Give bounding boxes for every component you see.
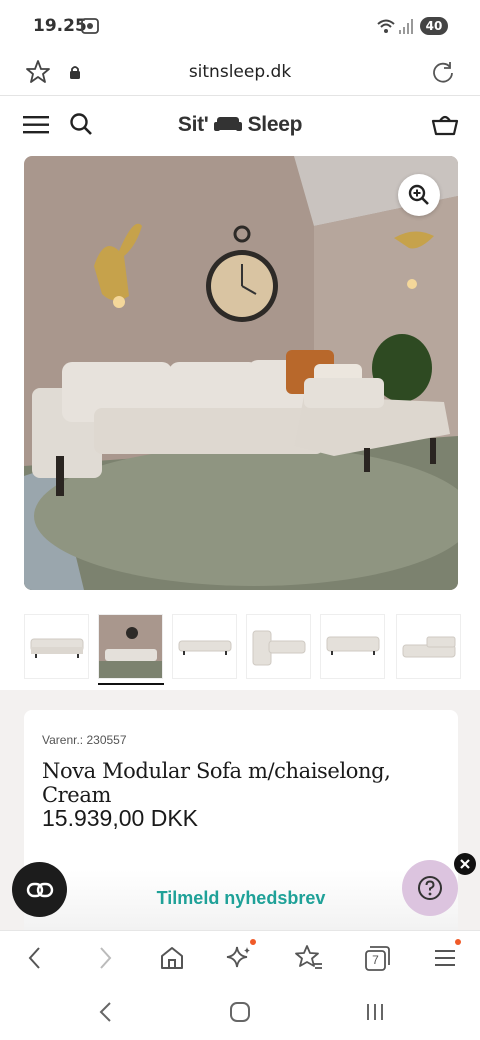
menu-notification-dot [455,939,461,945]
sparkle-icon[interactable] [225,943,255,973]
question-icon [418,876,442,900]
thumbnail-selected-indicator [98,683,164,685]
url-text[interactable]: sitnsleep.dk [0,62,480,82]
help-close-button[interactable] [454,853,476,875]
thumbnail-1[interactable] [24,614,89,679]
logo-text-sit: Sit' [177,113,209,136]
zoom-in-icon [408,184,429,205]
product-sku: Varenr.: 230557 [42,733,127,747]
product-info-card: Varenr.: 230557 Nova Modular Sofa m/chai… [24,710,458,930]
browser-toolbar: 7 [0,930,480,984]
back-icon[interactable] [20,943,50,973]
thumbnail-2[interactable] [98,614,163,679]
help-button[interactable] [402,860,458,916]
thumbnail-5[interactable] [320,614,385,679]
site-header: Sit' Sleep [0,97,480,155]
link-icon [26,882,54,898]
basket-icon[interactable] [431,112,459,136]
wifi-icon [377,19,395,33]
status-bar: 19.25 40 [0,0,480,50]
tabs-button[interactable]: 7 [362,943,392,973]
bookmarks-icon[interactable] [294,943,324,973]
logo-text-sleep: Sleep [247,113,303,136]
product-title: Nova Modular Sofa m/chaiselong, Cream [42,759,391,807]
sofa-logo-icon [214,117,243,131]
zoom-button[interactable] [398,174,440,216]
chat-button[interactable] [12,862,67,917]
thumbnail-4[interactable] [246,614,311,679]
tab-count: 7 [372,953,379,967]
more-menu-icon[interactable] [431,943,461,973]
sparkle-notification-dot [250,939,256,945]
status-time: 19.25 [33,16,87,36]
thumbnail-3[interactable] [172,614,237,679]
browser-url-bar: sitnsleep.dk [0,50,480,96]
battery-indicator: 40 [420,17,448,35]
product-price: 15.939,00 DKK [42,805,199,831]
screenshot-icon [81,18,99,34]
product-main-image[interactable] [24,156,458,590]
thumbnail-strip [24,614,464,686]
system-back-icon[interactable] [96,1000,116,1024]
home-icon[interactable] [157,943,187,973]
reload-icon[interactable] [430,59,456,85]
system-home-icon[interactable] [228,1000,252,1024]
forward-icon[interactable] [90,943,120,973]
newsletter-label: Tilmeld nyhedsbrev [156,888,326,908]
newsletter-banner[interactable]: Tilmeld nyhedsbrev [24,870,458,930]
signal-icon [399,19,413,34]
recent-apps-icon[interactable] [364,1002,386,1022]
site-logo[interactable]: Sit' Sleep [0,113,480,137]
thumbnail-6[interactable] [396,614,461,679]
sofa-room-photo [24,156,458,590]
close-icon [460,859,470,869]
system-navigation-bar [0,984,480,1040]
